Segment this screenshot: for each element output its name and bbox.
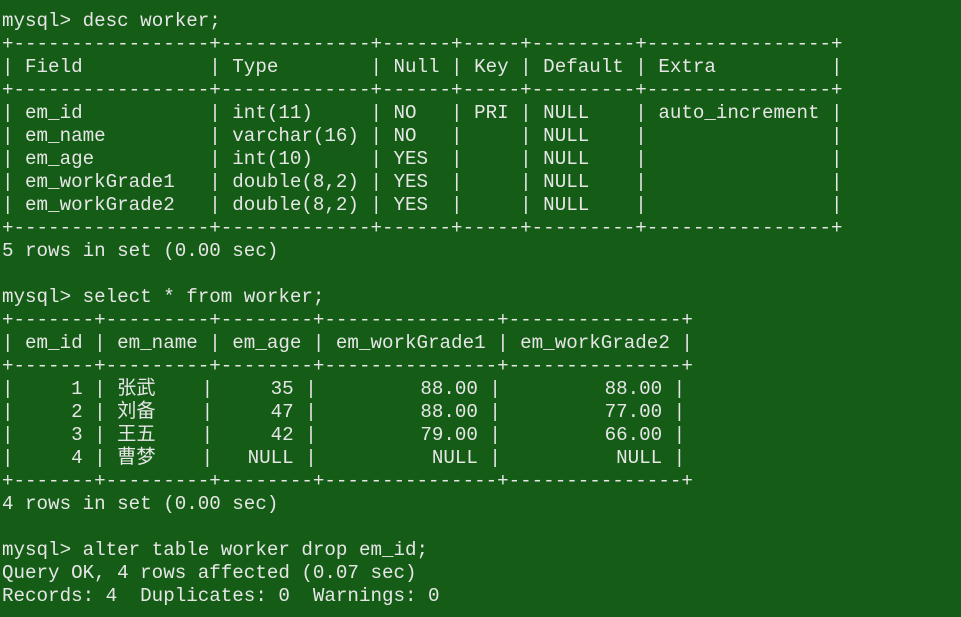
command-line: mysql> select * from worker; — [2, 286, 843, 309]
output-line: | em_workGrade1 | double(8,2) | YES | | … — [2, 171, 843, 193]
terminal-output[interactable]: mysql> desc worker; +-----------------+--… — [2, 10, 843, 608]
output-line: | Field | Type | Null | Key | Default | … — [2, 56, 843, 78]
output-line: | em_id | em_name | em_age | em_workGrad… — [2, 332, 693, 354]
output-line: +-----------------+-------------+------+… — [2, 79, 843, 101]
output-line: | 2 | 刘备 | 47 | 88.00 | 77.00 | — [2, 401, 686, 423]
output-line: | 1 | 张武 | 35 | 88.00 | 88.00 | — [2, 378, 686, 400]
command-line: mysql> desc worker; — [2, 10, 843, 33]
output-line: +-----------------+-------------+------+… — [2, 33, 843, 55]
output-line: +-------+---------+--------+------------… — [2, 355, 693, 377]
output-line: Records: 4 Duplicates: 0 Warnings: 0 — [2, 585, 440, 607]
mysql-prompt: mysql> — [2, 286, 83, 308]
output-line: | em_age | int(10) | YES | | NULL | | — [2, 148, 843, 170]
command-text: desc worker; — [82, 10, 221, 32]
output-line: +-----------------+-------------+------+… — [2, 217, 843, 239]
output-line: +-------+---------+--------+------------… — [2, 309, 693, 331]
output-line: 5 rows in set (0.00 sec) — [2, 240, 279, 262]
output-line: | em_name | varchar(16) | NO | | NULL | … — [2, 125, 843, 147]
command-line: mysql> alter table worker drop em_id; — [2, 539, 843, 562]
command-text: alter table worker drop em_id; — [82, 539, 429, 561]
output-line: | 3 | 王五 | 42 | 79.00 | 66.00 | — [2, 424, 686, 446]
output-line: | em_id | int(11) | NO | PRI | NULL | au… — [2, 102, 843, 124]
output-line: Query OK, 4 rows affected (0.07 sec) — [2, 562, 417, 584]
output-line: +-------+---------+--------+------------… — [2, 470, 693, 492]
output-line: | em_workGrade2 | double(8,2) | YES | | … — [2, 194, 843, 216]
output-line: 4 rows in set (0.00 sec) — [2, 493, 279, 515]
mysql-prompt: mysql> — [2, 10, 83, 32]
mysql-prompt: mysql> — [2, 539, 83, 561]
output-line: | 4 | 曹梦 | NULL | NULL | NULL | — [2, 447, 686, 469]
command-text: select * from worker; — [82, 286, 325, 308]
